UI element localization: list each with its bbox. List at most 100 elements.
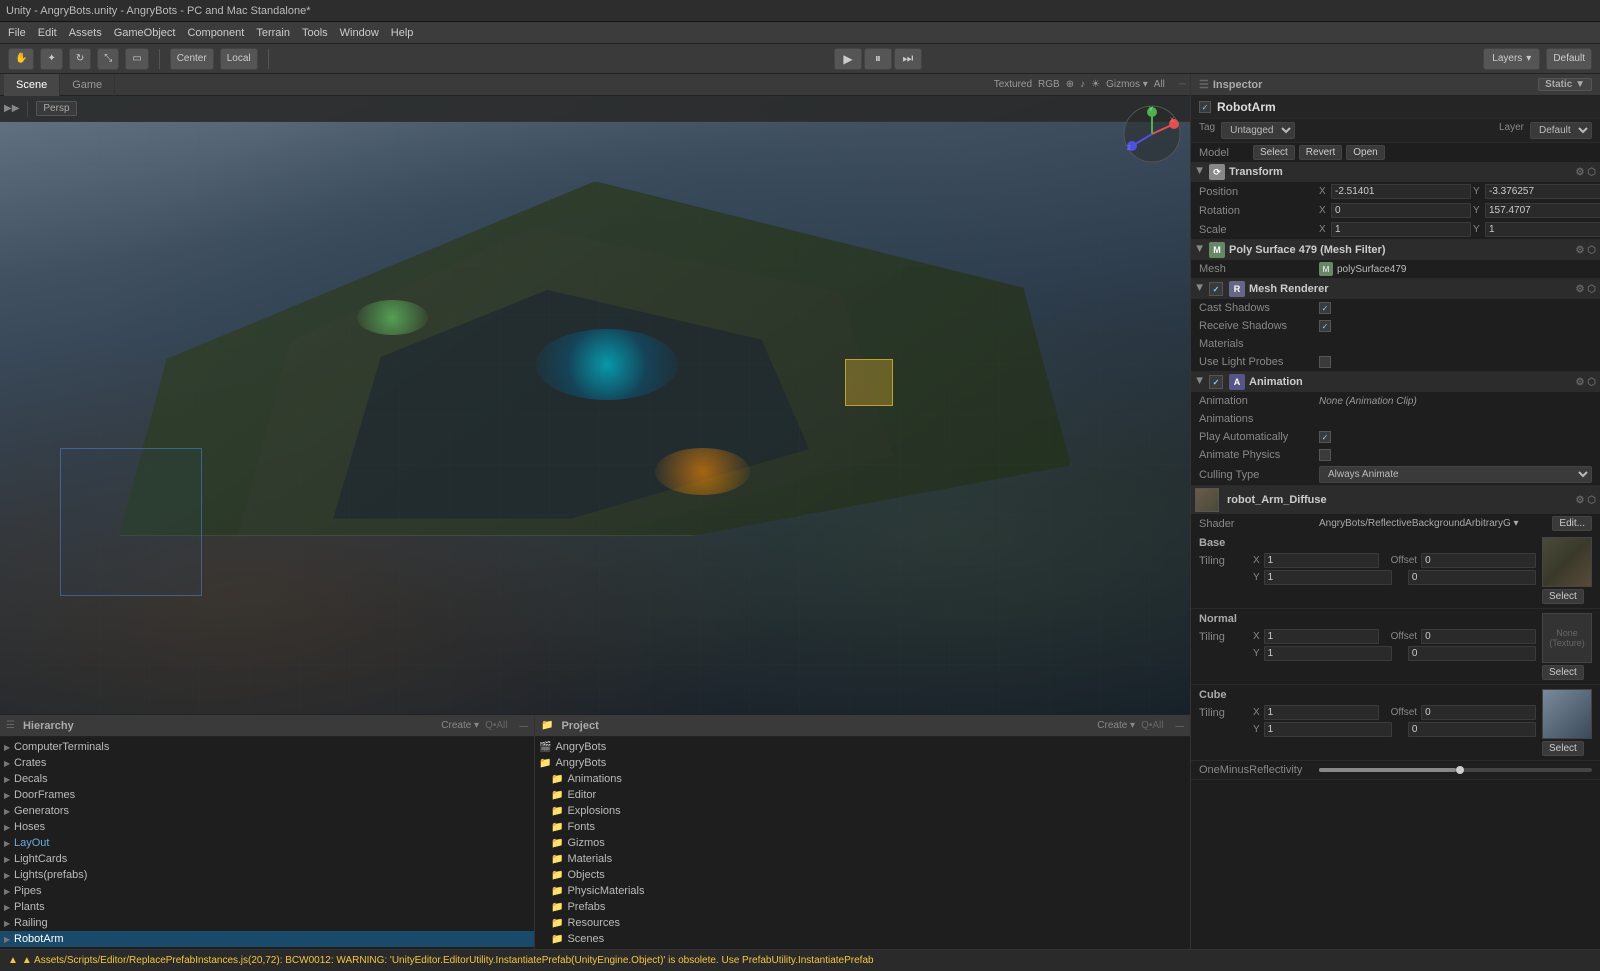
hierarchy-create-btn[interactable]: Create ▾ bbox=[441, 720, 479, 731]
normal-select-btn[interactable]: Select bbox=[1542, 665, 1584, 680]
base-texture-thumb[interactable] bbox=[1542, 537, 1592, 587]
normal-offset-x[interactable] bbox=[1421, 629, 1536, 644]
hier-item-layout[interactable]: ▶ LayOut bbox=[0, 835, 534, 851]
pos-y-input[interactable] bbox=[1485, 184, 1600, 199]
menu-component[interactable]: Component bbox=[187, 27, 244, 39]
move-tool-btn[interactable]: ✦ bbox=[40, 48, 62, 70]
cube-texture-thumb[interactable] bbox=[1542, 689, 1592, 739]
hand-tool-btn[interactable]: ✋ bbox=[8, 48, 34, 70]
animation-gear[interactable]: ⚙ ⬡ bbox=[1576, 377, 1596, 388]
rot-x-input[interactable] bbox=[1331, 203, 1471, 218]
audio-btn[interactable]: ♪ bbox=[1080, 79, 1085, 90]
menu-window[interactable]: Window bbox=[340, 27, 379, 39]
hier-item-railing[interactable]: ▶ Railing bbox=[0, 915, 534, 931]
panel-collapse[interactable]: ─ bbox=[1179, 79, 1186, 90]
proj-prefabs[interactable]: 📁 Prefabs bbox=[535, 899, 1190, 915]
proj-animations[interactable]: 📁 Animations bbox=[535, 771, 1190, 787]
proj-explosions[interactable]: 📁 Explosions bbox=[535, 803, 1190, 819]
pivot-btn[interactable]: Center bbox=[170, 48, 214, 70]
culling-select[interactable]: Always Animate bbox=[1319, 466, 1592, 483]
gizmos-label[interactable]: Gizmos ▾ bbox=[1106, 79, 1148, 90]
shader-value[interactable]: AngryBots/ReflectiveBackgroundArbitraryG… bbox=[1319, 518, 1552, 529]
layers-dropdown[interactable]: Layers ▾ bbox=[1483, 48, 1540, 70]
mesh-filter-header[interactable]: ▶ M Poly Surface 479 (Mesh Filter) ⚙ ⬡ bbox=[1191, 240, 1600, 260]
mesh-renderer-checkbox[interactable] bbox=[1209, 282, 1223, 296]
cast-shadows-checkbox[interactable] bbox=[1319, 302, 1331, 314]
hier-item-decals[interactable]: ▶ Decals bbox=[0, 771, 534, 787]
proj-gizmos[interactable]: 📁 Gizmos bbox=[535, 835, 1190, 851]
hier-item-hoses[interactable]: ▶ Hoses bbox=[0, 819, 534, 835]
rgb-label[interactable]: RGB bbox=[1038, 79, 1060, 90]
animation-header[interactable]: ▶ A Animation ⚙ ⬡ bbox=[1191, 372, 1600, 392]
persp-btn[interactable]: Persp bbox=[36, 101, 76, 116]
cube-offset-x[interactable] bbox=[1421, 705, 1536, 720]
hier-item-lightcards[interactable]: ▶ LightCards bbox=[0, 851, 534, 867]
scale-y-input[interactable] bbox=[1485, 222, 1600, 237]
material-edit-btn[interactable]: Edit... bbox=[1552, 516, 1592, 531]
pause-btn[interactable]: ⏸ bbox=[864, 48, 892, 70]
rotate-tool-btn[interactable]: ↻ bbox=[69, 48, 91, 70]
mesh-filter-gear[interactable]: ⚙ ⬡ bbox=[1576, 245, 1596, 256]
cube-select-btn[interactable]: Select bbox=[1542, 741, 1584, 756]
tag-select[interactable]: Untagged bbox=[1221, 122, 1295, 139]
pos-x-input[interactable] bbox=[1331, 184, 1471, 199]
hier-item-robotarm[interactable]: ▶ RobotArm bbox=[0, 931, 534, 947]
material-gear[interactable]: ⚙ ⬡ bbox=[1576, 495, 1596, 506]
cube-offset-y[interactable] bbox=[1408, 722, 1536, 737]
scale-tool-btn[interactable]: ⤡ bbox=[97, 48, 119, 70]
static-badge[interactable]: Static ▼ bbox=[1538, 78, 1592, 91]
rot-y-input[interactable] bbox=[1485, 203, 1600, 218]
menu-help[interactable]: Help bbox=[391, 27, 414, 39]
transform-header[interactable]: ▶ ⟳ Transform ⚙ ⬡ bbox=[1191, 162, 1600, 182]
textured-label[interactable]: Textured bbox=[994, 79, 1032, 90]
revert-btn[interactable]: Revert bbox=[1299, 145, 1342, 160]
forward-btn[interactable]: ▶▶ bbox=[4, 103, 19, 114]
fx-btn[interactable]: ☀ bbox=[1091, 79, 1100, 90]
animation-checkbox[interactable] bbox=[1209, 375, 1223, 389]
menu-file[interactable]: File bbox=[8, 27, 26, 39]
project-collapse-btn[interactable]: ─ bbox=[1175, 719, 1184, 733]
play-auto-checkbox[interactable] bbox=[1319, 431, 1331, 443]
proj-physic-materials[interactable]: 📁 PhysicMaterials bbox=[535, 883, 1190, 899]
cube-tiling-y[interactable] bbox=[1264, 722, 1392, 737]
normal-offset-y[interactable] bbox=[1408, 646, 1536, 661]
hier-item-computer-terminals[interactable]: ▶ ComputerTerminals bbox=[0, 739, 534, 755]
select-btn[interactable]: Select bbox=[1253, 145, 1295, 160]
normal-tiling-x[interactable] bbox=[1264, 629, 1379, 644]
effects-btn[interactable]: ⊕ bbox=[1066, 79, 1074, 90]
transform-gear[interactable]: ⚙ ⬡ bbox=[1576, 167, 1596, 178]
base-tiling-y[interactable] bbox=[1264, 570, 1392, 585]
normal-texture-thumb[interactable]: None(Texture) bbox=[1542, 613, 1592, 663]
hier-item-plants[interactable]: ▶ Plants bbox=[0, 899, 534, 915]
hier-item-pipes[interactable]: ▶ Pipes bbox=[0, 883, 534, 899]
base-select-btn[interactable]: Select bbox=[1542, 589, 1584, 604]
use-light-probes-checkbox[interactable] bbox=[1319, 356, 1331, 368]
receive-shadows-checkbox[interactable] bbox=[1319, 320, 1331, 332]
project-create-btn[interactable]: Create ▾ bbox=[1097, 720, 1135, 731]
scene-content[interactable] bbox=[0, 122, 1190, 714]
open-btn[interactable]: Open bbox=[1346, 145, 1384, 160]
rect-tool-btn[interactable]: ▭ bbox=[125, 48, 148, 70]
play-btn[interactable]: ▶ bbox=[834, 48, 862, 70]
proj-fonts[interactable]: 📁 Fonts bbox=[535, 819, 1190, 835]
cube-tiling-x[interactable] bbox=[1264, 705, 1379, 720]
scene-tab[interactable]: Scene bbox=[4, 74, 60, 96]
mesh-renderer-header[interactable]: ▶ R Mesh Renderer ⚙ ⬡ bbox=[1191, 279, 1600, 299]
menu-tools[interactable]: Tools bbox=[302, 27, 328, 39]
layer-select[interactable]: Default bbox=[1530, 122, 1592, 139]
hier-item-crates[interactable]: ▶ Crates bbox=[0, 755, 534, 771]
proj-editor[interactable]: 📁 Editor bbox=[535, 787, 1190, 803]
base-offset-x[interactable] bbox=[1421, 553, 1536, 568]
base-offset-y[interactable] bbox=[1408, 570, 1536, 585]
hier-item-generators[interactable]: ▶ Generators bbox=[0, 803, 534, 819]
normal-tiling-y[interactable] bbox=[1264, 646, 1392, 661]
proj-angrybots-folder[interactable]: 📁 AngryBots bbox=[535, 755, 1190, 771]
mesh-renderer-gear[interactable]: ⚙ ⬡ bbox=[1576, 284, 1596, 295]
menu-terrain[interactable]: Terrain bbox=[256, 27, 290, 39]
menu-assets[interactable]: Assets bbox=[69, 27, 102, 39]
one-minus-slider[interactable] bbox=[1319, 768, 1592, 772]
base-tiling-x[interactable] bbox=[1264, 553, 1379, 568]
scale-x-input[interactable] bbox=[1331, 222, 1471, 237]
game-tab[interactable]: Game bbox=[60, 74, 115, 96]
layout-btn[interactable]: Default bbox=[1546, 48, 1592, 70]
